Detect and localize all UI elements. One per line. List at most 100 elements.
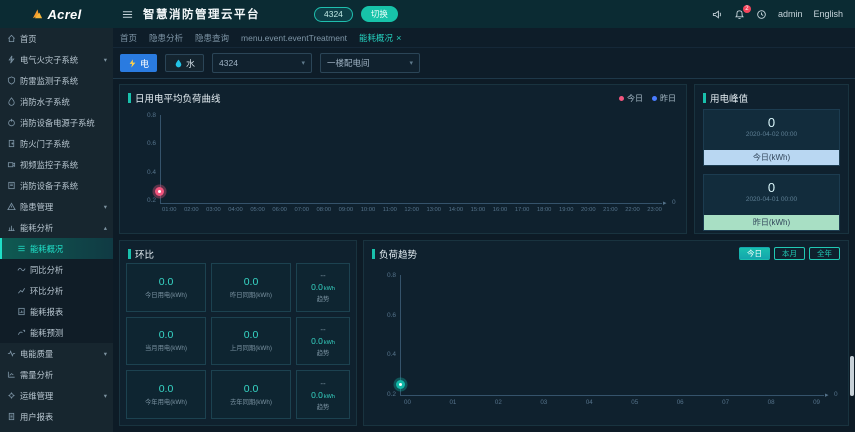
tab-menu.event.eventTreatment[interactable]: menu.event.eventTreatment bbox=[241, 33, 347, 43]
sidebar-item-同比分析[interactable]: 同比分析 bbox=[0, 259, 113, 280]
brand-logo: Acrel bbox=[0, 7, 113, 22]
x-axis-line bbox=[400, 395, 824, 396]
trend-unit: kWh bbox=[323, 286, 335, 293]
close-tab-icon[interactable]: × bbox=[396, 33, 401, 43]
sidebar-item-label: 运维管理 bbox=[20, 390, 54, 401]
sidebar-item-label: 能耗报表 bbox=[30, 306, 64, 317]
history-clock-icon[interactable] bbox=[756, 9, 767, 20]
trend-label: 趋势 bbox=[316, 349, 330, 357]
sidebar-item-视频监控子系统[interactable]: 视频监控子系统 bbox=[0, 154, 113, 175]
sidebar-item-label: 能耗分析 bbox=[20, 222, 54, 233]
sidebar-item-电气火灾子系统[interactable]: 电气火灾子系统 ▾ bbox=[0, 49, 113, 70]
x-tick-label: 18:00 bbox=[536, 207, 552, 213]
report-icon bbox=[17, 307, 26, 316]
load-trend-title: 负荷趋势 bbox=[379, 250, 418, 261]
legend-label: 昨日 bbox=[660, 94, 676, 103]
peak-card: 0 2020-04-01 00:00 昨日(kWh) bbox=[703, 174, 840, 231]
peak-label: 今日(kWh) bbox=[704, 150, 839, 165]
ring-compare-title: 环比 bbox=[135, 250, 155, 261]
user-menu[interactable]: admin bbox=[778, 9, 803, 19]
header: Acrel 智慧消防管理云平台 4324 切换 2 admin English bbox=[0, 0, 855, 28]
x-axis-ticks: 00 01 02 03 04 05 06 07 08 09 bbox=[404, 399, 820, 406]
sidebar-item-电能质量[interactable]: 电能质量 ▾ bbox=[0, 343, 113, 364]
tab-隐患查询[interactable]: 隐患查询 bbox=[195, 32, 229, 44]
sidebar-item-消防设备子系统[interactable]: 消防设备子系统 bbox=[0, 175, 113, 196]
x-tick-label: 07 bbox=[722, 399, 730, 406]
scrollbar-thumb[interactable] bbox=[850, 356, 854, 396]
sidebar-item-环比分析[interactable]: 环比分析 bbox=[0, 280, 113, 301]
x-tick-label: 04:00 bbox=[228, 207, 243, 213]
title-accent-bar bbox=[128, 93, 131, 103]
stat-card: 0.0 今年用电(kWh) bbox=[126, 370, 206, 419]
app-title: 智慧消防管理云平台 bbox=[143, 9, 260, 21]
title-accent-bar bbox=[372, 249, 375, 259]
sidebar-item-label: 隐患管理 bbox=[20, 201, 54, 212]
y-tick-label: 0.8 bbox=[386, 272, 396, 279]
room-select[interactable]: 一楼配电间 ▾ bbox=[320, 53, 421, 73]
electric-toggle-button[interactable]: 电 bbox=[120, 54, 158, 72]
sidebar-item-运维管理[interactable]: 运维管理 ▾ bbox=[0, 385, 113, 406]
axis-end-label: 0 bbox=[672, 199, 676, 206]
droplet-icon bbox=[174, 59, 183, 68]
range-button-今日[interactable]: 今日 bbox=[739, 247, 770, 260]
sidebar-item-防火门子系统[interactable]: 防火门子系统 bbox=[0, 133, 113, 154]
tab-首页[interactable]: 首页 bbox=[120, 32, 137, 44]
tab-label: 首页 bbox=[120, 32, 138, 43]
trend-unit: kWh bbox=[323, 339, 335, 346]
door-icon bbox=[7, 139, 16, 148]
legend-dot-icon bbox=[619, 96, 624, 101]
stat-value: 0.0 bbox=[158, 329, 174, 342]
water-toggle-button[interactable]: 水 bbox=[165, 54, 205, 72]
legend-item-今日[interactable]: 今日 bbox=[619, 93, 643, 104]
switch-station-button[interactable]: 切换 bbox=[360, 6, 398, 22]
water-button-label: 水 bbox=[186, 58, 196, 69]
sidebar-item-能耗报表[interactable]: 能耗报表 bbox=[0, 301, 113, 322]
peak-value: 0 bbox=[767, 115, 776, 130]
announcement-icon[interactable] bbox=[712, 9, 723, 20]
sidebar-item-防雷监测子系统[interactable]: 防雷监测子系统 bbox=[0, 70, 113, 91]
peak-time: 2020-04-01 00:00 bbox=[745, 196, 798, 203]
quality-icon bbox=[7, 349, 16, 358]
range-button-全年[interactable]: 全年 bbox=[809, 247, 840, 260]
language-switch[interactable]: English bbox=[813, 9, 843, 19]
x-tick-label: 05:00 bbox=[250, 207, 265, 213]
sidebar-item-消防设备电源子系统[interactable]: 消防设备电源子系统 bbox=[0, 112, 113, 133]
notification-bell-icon[interactable]: 2 bbox=[734, 4, 751, 20]
panel-title: 用电峰值 bbox=[703, 91, 748, 105]
ops-icon bbox=[7, 391, 16, 400]
legend-dot-icon bbox=[652, 96, 657, 101]
menu-toggle-icon[interactable] bbox=[122, 9, 133, 20]
sidebar-item-能耗分析[interactable]: 能耗分析 ▴ bbox=[0, 217, 113, 238]
stat-card: 0.0 上月同期(kWh) bbox=[211, 316, 291, 366]
range-button-本月[interactable]: 本月 bbox=[774, 247, 805, 260]
x-tick-label: 10:00 bbox=[360, 207, 376, 213]
y-tick-label: 0.8 bbox=[146, 112, 156, 119]
x-tick-label: 08:00 bbox=[316, 207, 332, 213]
x-tick-label: 11:00 bbox=[382, 207, 397, 213]
legend-item-昨日[interactable]: 昨日 bbox=[652, 93, 676, 104]
sidebar-item-首页[interactable]: 首页 bbox=[0, 28, 113, 49]
sidebar-item-用户报表[interactable]: 用户报表 bbox=[0, 406, 113, 427]
peak-panel: 用电峰值 0 2020-04-02 00:00 今日(kWh) 0 2020-04-01… bbox=[694, 84, 849, 234]
sidebar-item-能耗预测[interactable]: 能耗预测 bbox=[0, 322, 113, 343]
energy-icon bbox=[7, 223, 16, 232]
peak-card: 0 2020-04-02 00:00 今日(kWh) bbox=[703, 109, 840, 166]
tab-能耗概况[interactable]: 能耗概况 × bbox=[359, 32, 401, 44]
sidebar-item-消防水子系统[interactable]: 消防水子系统 bbox=[0, 91, 113, 112]
sidebar-item-label: 同比分析 bbox=[30, 264, 64, 275]
tab-隐患分析[interactable]: 隐患分析 bbox=[149, 32, 183, 44]
stat-label: 今日用电(kWh) bbox=[145, 291, 187, 299]
station-select[interactable]: 4324 ▾ bbox=[212, 53, 313, 73]
sidebar-item-label: 电能质量 bbox=[20, 348, 54, 359]
title-accent-bar bbox=[128, 249, 131, 259]
list-icon bbox=[17, 244, 26, 253]
sidebar-item-需量分析[interactable]: 需量分析 bbox=[0, 364, 113, 385]
x-tick-label: 00 bbox=[404, 399, 411, 406]
sidebar-item-隐患管理[interactable]: 隐患管理 ▾ bbox=[0, 196, 113, 217]
x-tick-label: 22:00 bbox=[625, 207, 640, 213]
stat-value: 0.0 bbox=[158, 275, 174, 288]
x-tick-label: 02 bbox=[494, 399, 502, 406]
chevron-down-icon: ▾ bbox=[103, 392, 107, 400]
sidebar-item-能耗概况[interactable]: 能耗概况 bbox=[0, 238, 113, 259]
stat-card: 0.0 今日用电(kWh) bbox=[126, 263, 206, 312]
